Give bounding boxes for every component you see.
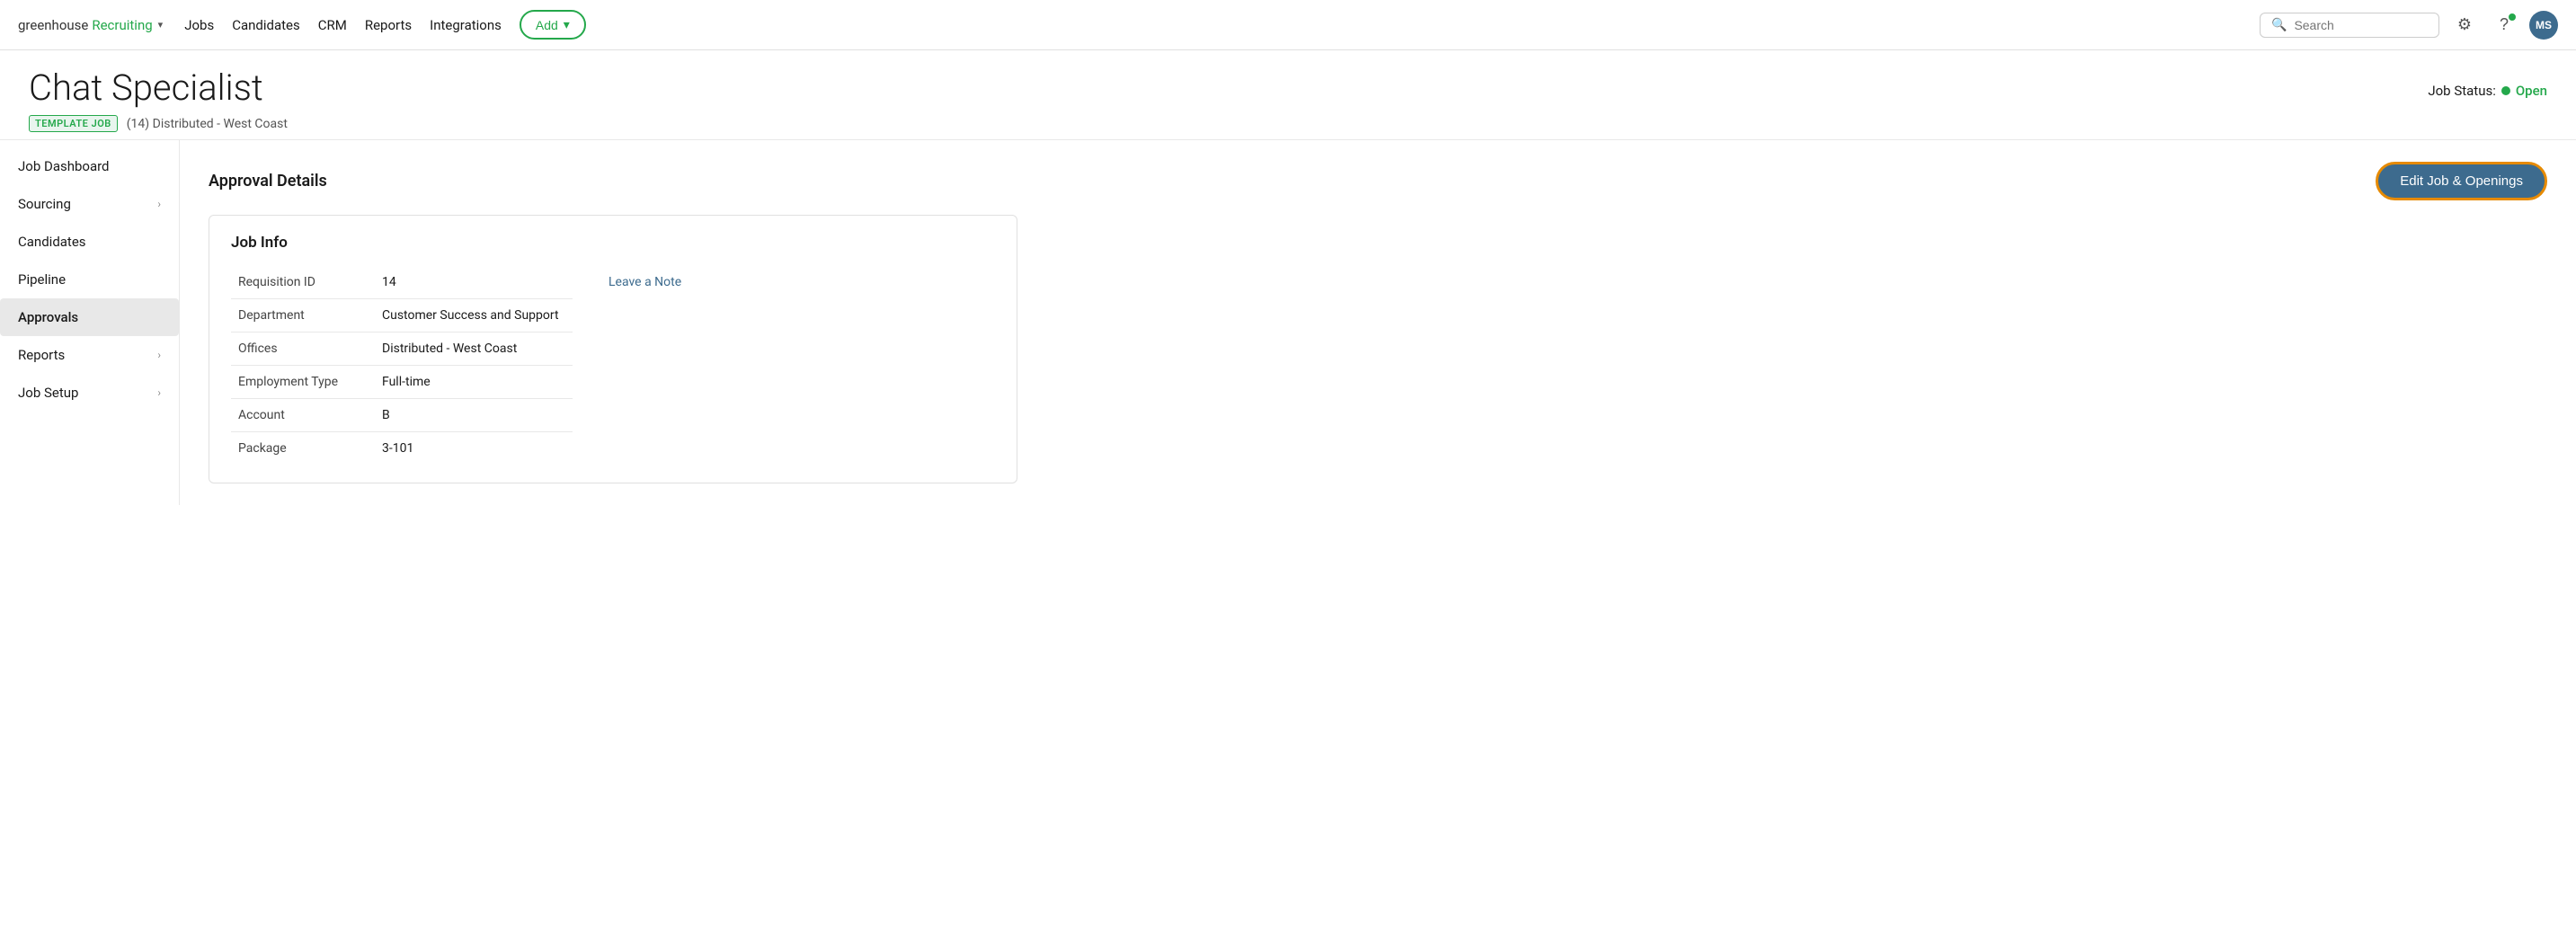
edit-job-openings-button[interactable]: Edit Job & Openings: [2376, 162, 2547, 200]
job-title: Chat Specialist: [29, 68, 288, 108]
sidebar-item-job-setup[interactable]: Job Setup ›: [0, 374, 179, 412]
leave-note-link[interactable]: Leave a Note: [608, 275, 681, 289]
sidebar: Job Dashboard Sourcing › Candidates Pipe…: [0, 140, 180, 505]
sidebar-item-candidates[interactable]: Candidates: [0, 223, 179, 261]
nav-integrations[interactable]: Integrations: [430, 17, 502, 33]
field-value: Distributed - West Coast: [375, 332, 573, 366]
settings-button[interactable]: ⚙: [2450, 11, 2479, 40]
sidebar-item-sourcing[interactable]: Sourcing ›: [0, 185, 179, 223]
chevron-right-icon: ›: [157, 349, 161, 361]
sidebar-item-label: Candidates: [18, 234, 86, 250]
search-icon: 🔍: [2271, 18, 2287, 32]
field-label: Package: [231, 432, 375, 466]
field-label: Employment Type: [231, 366, 375, 399]
field-label: Requisition ID: [231, 266, 375, 299]
chevron-right-icon: ›: [157, 386, 161, 399]
field-label: Offices: [231, 332, 375, 366]
nav-jobs[interactable]: Jobs: [184, 17, 214, 33]
logo-recruiting-text: Recruiting: [92, 17, 152, 33]
sidebar-item-label: Reports: [18, 347, 65, 363]
field-label: Account: [231, 399, 375, 432]
logo[interactable]: greenhouse Recruiting ▾: [18, 17, 163, 33]
status-open-dot: [2501, 86, 2510, 95]
field-value: Full-time: [375, 366, 573, 399]
field-value: 3-101: [375, 432, 573, 466]
nav-reports[interactable]: Reports: [365, 17, 412, 33]
add-caret-icon: ▾: [564, 17, 570, 32]
page-header: Chat Specialist TEMPLATE JOB (14) Distri…: [0, 50, 2576, 140]
sidebar-item-label: Job Dashboard: [18, 158, 110, 174]
logo-caret-icon: ▾: [158, 19, 164, 31]
chevron-right-icon: ›: [157, 198, 161, 210]
sidebar-item-reports[interactable]: Reports ›: [0, 336, 179, 374]
job-status-value: Open: [2516, 83, 2547, 99]
nav-crm[interactable]: CRM: [318, 17, 347, 33]
help-button[interactable]: ?: [2490, 11, 2518, 40]
job-info-card: Job Info Requisition ID 14 Leave a Note …: [209, 215, 1017, 483]
sidebar-item-job-dashboard[interactable]: Job Dashboard: [0, 147, 179, 185]
card-title: Job Info: [231, 234, 995, 252]
template-badge: TEMPLATE JOB: [29, 115, 118, 132]
sidebar-item-pipeline[interactable]: Pipeline: [0, 261, 179, 298]
leave-note-cell: Leave a Note: [573, 266, 995, 465]
top-nav: greenhouse Recruiting ▾ Jobs Candidates …: [0, 0, 2576, 50]
job-subtitle: (14) Distributed - West Coast: [127, 117, 288, 131]
job-meta: TEMPLATE JOB (14) Distributed - West Coa…: [29, 115, 288, 132]
logo-greenhouse-text: greenhouse: [18, 17, 88, 33]
field-value: B: [375, 399, 573, 432]
job-status: Job Status: Open: [2428, 83, 2547, 99]
table-row: Requisition ID 14 Leave a Note: [231, 266, 995, 299]
add-button[interactable]: Add ▾: [520, 10, 586, 40]
sidebar-item-label: Approvals: [18, 309, 78, 325]
job-status-label: Job Status:: [2428, 83, 2496, 99]
sidebar-item-approvals[interactable]: Approvals: [0, 298, 179, 336]
sidebar-item-label: Job Setup: [18, 385, 78, 401]
search-input[interactable]: [2294, 18, 2428, 32]
nav-candidates[interactable]: Candidates: [232, 17, 300, 33]
page-body: Job Dashboard Sourcing › Candidates Pipe…: [0, 140, 2576, 505]
main-content: Approval Details Edit Job & Openings Job…: [180, 140, 2576, 505]
search-box[interactable]: 🔍: [2260, 13, 2439, 38]
sidebar-item-label: Pipeline: [18, 271, 66, 288]
job-info-table: Requisition ID 14 Leave a Note Departmen…: [231, 266, 995, 465]
sidebar-item-label: Sourcing: [18, 196, 71, 212]
field-value: Customer Success and Support: [375, 299, 573, 332]
nav-right: 🔍 ⚙ ? MS: [2260, 11, 2558, 40]
section-title: Approval Details: [209, 172, 327, 191]
field-value: 14: [375, 266, 573, 299]
field-label: Department: [231, 299, 375, 332]
avatar-button[interactable]: MS: [2529, 11, 2558, 40]
nav-links: Jobs Candidates CRM Reports Integrations…: [184, 10, 2238, 40]
page-header-left: Chat Specialist TEMPLATE JOB (14) Distri…: [29, 68, 288, 132]
section-header: Approval Details Edit Job & Openings: [209, 162, 2547, 200]
